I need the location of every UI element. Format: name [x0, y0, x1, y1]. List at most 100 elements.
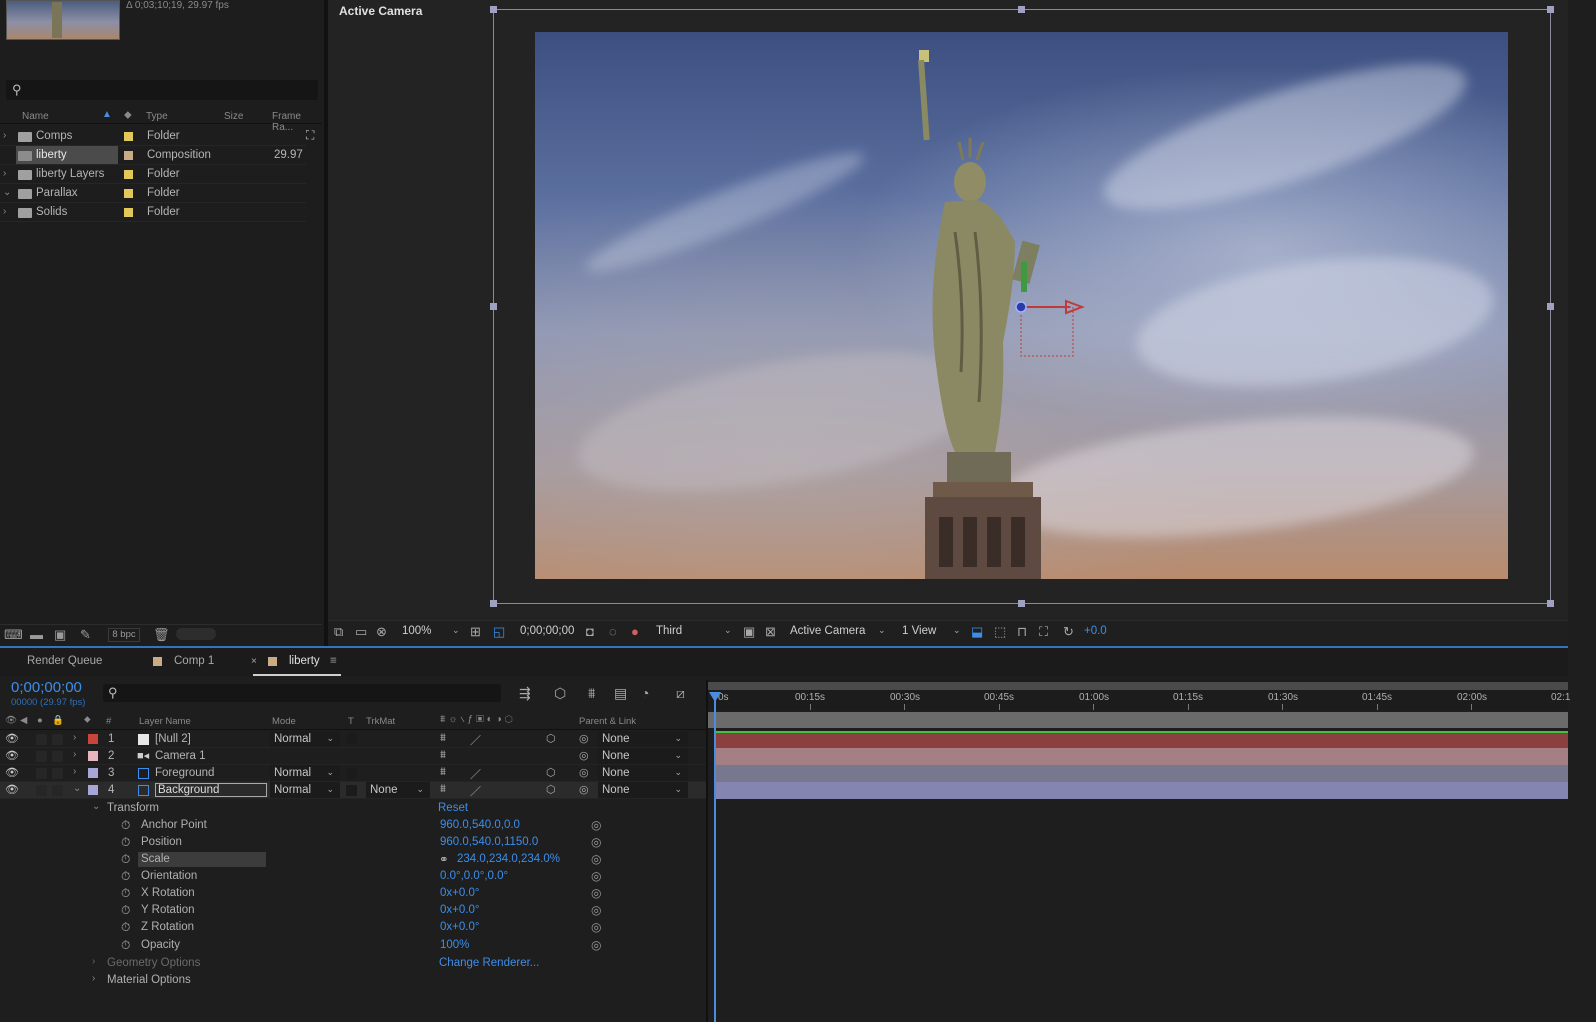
property-opacity[interactable]: ⏱ Opacity 100% ◎: [0, 937, 706, 954]
pick-whip-icon[interactable]: ◎: [591, 869, 601, 883]
tab-liberty[interactable]: liberty: [289, 655, 320, 667]
pick-whip-icon[interactable]: ◎: [591, 852, 601, 866]
project-item-comps[interactable]: › Comps Folder: [0, 127, 306, 146]
label-tag-icon[interactable]: ⬥: [84, 714, 91, 725]
shy-switch-icon[interactable]: ⩩: [440, 783, 446, 796]
bounding-handle-br[interactable]: [1547, 600, 1554, 607]
column-layer-number[interactable]: #: [106, 716, 111, 727]
layer-row-null-2[interactable]: 👁 › 1 [Null 2] Normal ⌄ ⩩ ／ ⬡ ◎ None ⌄: [0, 731, 706, 748]
lock-toggle[interactable]: [52, 785, 63, 796]
eye-icon[interactable]: 👁: [5, 749, 19, 762]
interpret-footage-icon[interactable]: ⌨: [4, 627, 23, 643]
grid-icon[interactable]: ⊞: [470, 624, 481, 640]
time-navigator[interactable]: [708, 712, 1568, 728]
chevron-down-icon[interactable]: ⌄: [3, 187, 11, 198]
layer-name[interactable]: Camera 1: [155, 750, 206, 762]
change-renderer-link[interactable]: Change Renderer...: [439, 957, 539, 969]
layer-row-background[interactable]: 👁 ⌄ 4 Background Normal ⌄ None ⌄ ⩩ ／ ⬡ ◎ N…: [0, 782, 706, 799]
parent-dropdown[interactable]: None ⌄: [598, 748, 688, 764]
constrain-proportions-icon[interactable]: ⚭: [439, 852, 449, 866]
bounding-handle-r[interactable]: [1547, 303, 1554, 310]
property-value[interactable]: 0x+0.0°: [440, 904, 479, 916]
chevron-right-icon[interactable]: ›: [92, 973, 95, 984]
layer-label-color[interactable]: [88, 785, 98, 795]
display-icon[interactable]: ▭: [355, 624, 367, 640]
solo-toggle[interactable]: [36, 734, 47, 745]
property-value[interactable]: 0x+0.0°: [440, 921, 479, 933]
preserve-transparency-toggle[interactable]: [346, 734, 357, 745]
chevron-down-icon[interactable]: ⌄: [953, 625, 961, 636]
eye-icon[interactable]: 👁: [5, 732, 19, 745]
current-time-indicator-head[interactable]: [709, 692, 721, 702]
new-composition-icon[interactable]: ▣: [54, 627, 66, 643]
panel-menu-icon[interactable]: ≡: [330, 655, 337, 667]
chevron-down-icon[interactable]: ⌄: [92, 801, 100, 812]
stopwatch-icon[interactable]: ⏱: [121, 818, 130, 833]
chevron-down-icon[interactable]: ⌄: [452, 625, 460, 636]
composition-mini-flowchart-icon[interactable]: ⇶: [519, 685, 531, 702]
layer-duration-bar[interactable]: [716, 765, 1568, 782]
layer-label-color[interactable]: [88, 734, 98, 744]
label-swatch[interactable]: [124, 151, 133, 160]
hide-shy-layers-icon[interactable]: ⩩: [588, 685, 595, 702]
layer-duration-bar[interactable]: [716, 731, 1568, 748]
chevron-down-icon[interactable]: ⌄: [724, 625, 732, 636]
column-type[interactable]: Type: [146, 111, 168, 122]
property-value[interactable]: 100%: [440, 939, 469, 951]
label-swatch[interactable]: [124, 132, 133, 141]
always-preview-icon[interactable]: ⧉: [334, 624, 343, 640]
chevron-right-icon[interactable]: ›: [73, 766, 76, 777]
3d-layer-icon[interactable]: ⬡: [546, 732, 556, 745]
eye-icon[interactable]: 👁: [5, 783, 19, 796]
property-value[interactable]: 0x+0.0°: [440, 887, 479, 899]
toggle-pixel-aspect-icon[interactable]: ⬓: [971, 624, 983, 640]
chevron-right-icon[interactable]: ›: [3, 168, 6, 179]
3d-layer-icon[interactable]: ⬡: [546, 783, 556, 796]
layer-name[interactable]: Foreground: [155, 767, 214, 779]
layer-label-color[interactable]: [88, 768, 98, 778]
preserve-transparency-toggle[interactable]: [346, 785, 357, 796]
close-tab-icon[interactable]: ×: [251, 656, 257, 667]
trash-icon[interactable]: 🗑: [153, 627, 170, 643]
property-value[interactable]: 0.0°,0.0°,0.0°: [440, 870, 508, 882]
column-t[interactable]: T: [348, 716, 354, 727]
pick-whip-icon[interactable]: ◎: [579, 749, 589, 762]
stopwatch-icon[interactable]: ⏱: [121, 920, 130, 935]
eye-icon[interactable]: 👁: [5, 766, 19, 779]
property-y-rotation[interactable]: ⏱ Y Rotation 0x+0.0° ◎: [0, 902, 706, 919]
bounding-handle-tl[interactable]: [490, 6, 497, 13]
layer-name[interactable]: [Null 2]: [155, 733, 191, 745]
layer-duration-bar[interactable]: [716, 782, 1568, 799]
graph-editor-icon[interactable]: ⧄: [676, 685, 685, 702]
pick-whip-icon[interactable]: ◎: [591, 938, 601, 952]
project-settings-icon[interactable]: ✎: [80, 627, 91, 643]
label-swatch[interactable]: [124, 189, 133, 198]
project-search-input[interactable]: [6, 80, 318, 100]
geometry-options-group[interactable]: › Geometry Options Change Renderer...: [0, 955, 706, 972]
video-switch-icon[interactable]: 👁: [5, 715, 17, 726]
show-snapshot-icon[interactable]: ◌: [609, 624, 617, 639]
3d-layer-icon[interactable]: ⬡: [546, 766, 556, 779]
label-swatch[interactable]: [124, 170, 133, 179]
shy-switch-icon[interactable]: ⩩: [440, 766, 446, 779]
work-area-bar[interactable]: [708, 682, 1568, 690]
column-layer-name[interactable]: Layer Name: [139, 716, 191, 727]
solo-toggle[interactable]: [36, 785, 47, 796]
column-mode[interactable]: Mode: [272, 716, 296, 727]
frame-blending-icon[interactable]: ▤: [614, 685, 627, 702]
camera-view-dropdown[interactable]: Active Camera: [790, 625, 865, 637]
chevron-right-icon[interactable]: ›: [73, 732, 76, 743]
panel-divider[interactable]: [324, 0, 328, 648]
project-item-parallax[interactable]: ⌄ Parallax Folder: [0, 184, 306, 203]
timeline-timecode[interactable]: 0;00;00;00: [11, 679, 82, 696]
bounding-handle-l[interactable]: [490, 303, 497, 310]
position-gizmo[interactable]: [1010, 296, 1090, 360]
stopwatch-icon[interactable]: ⏱: [121, 886, 130, 901]
fast-previews-icon[interactable]: ▣: [743, 624, 755, 640]
pick-whip-icon[interactable]: ◎: [591, 920, 601, 934]
solo-switch-icon[interactable]: ●: [37, 715, 43, 726]
property-value[interactable]: 960.0,540.0,0.0: [440, 819, 520, 831]
layer-label-color[interactable]: [88, 751, 98, 761]
stopwatch-icon[interactable]: ⏱: [121, 835, 130, 850]
chevron-down-icon[interactable]: ⌄: [878, 625, 886, 636]
